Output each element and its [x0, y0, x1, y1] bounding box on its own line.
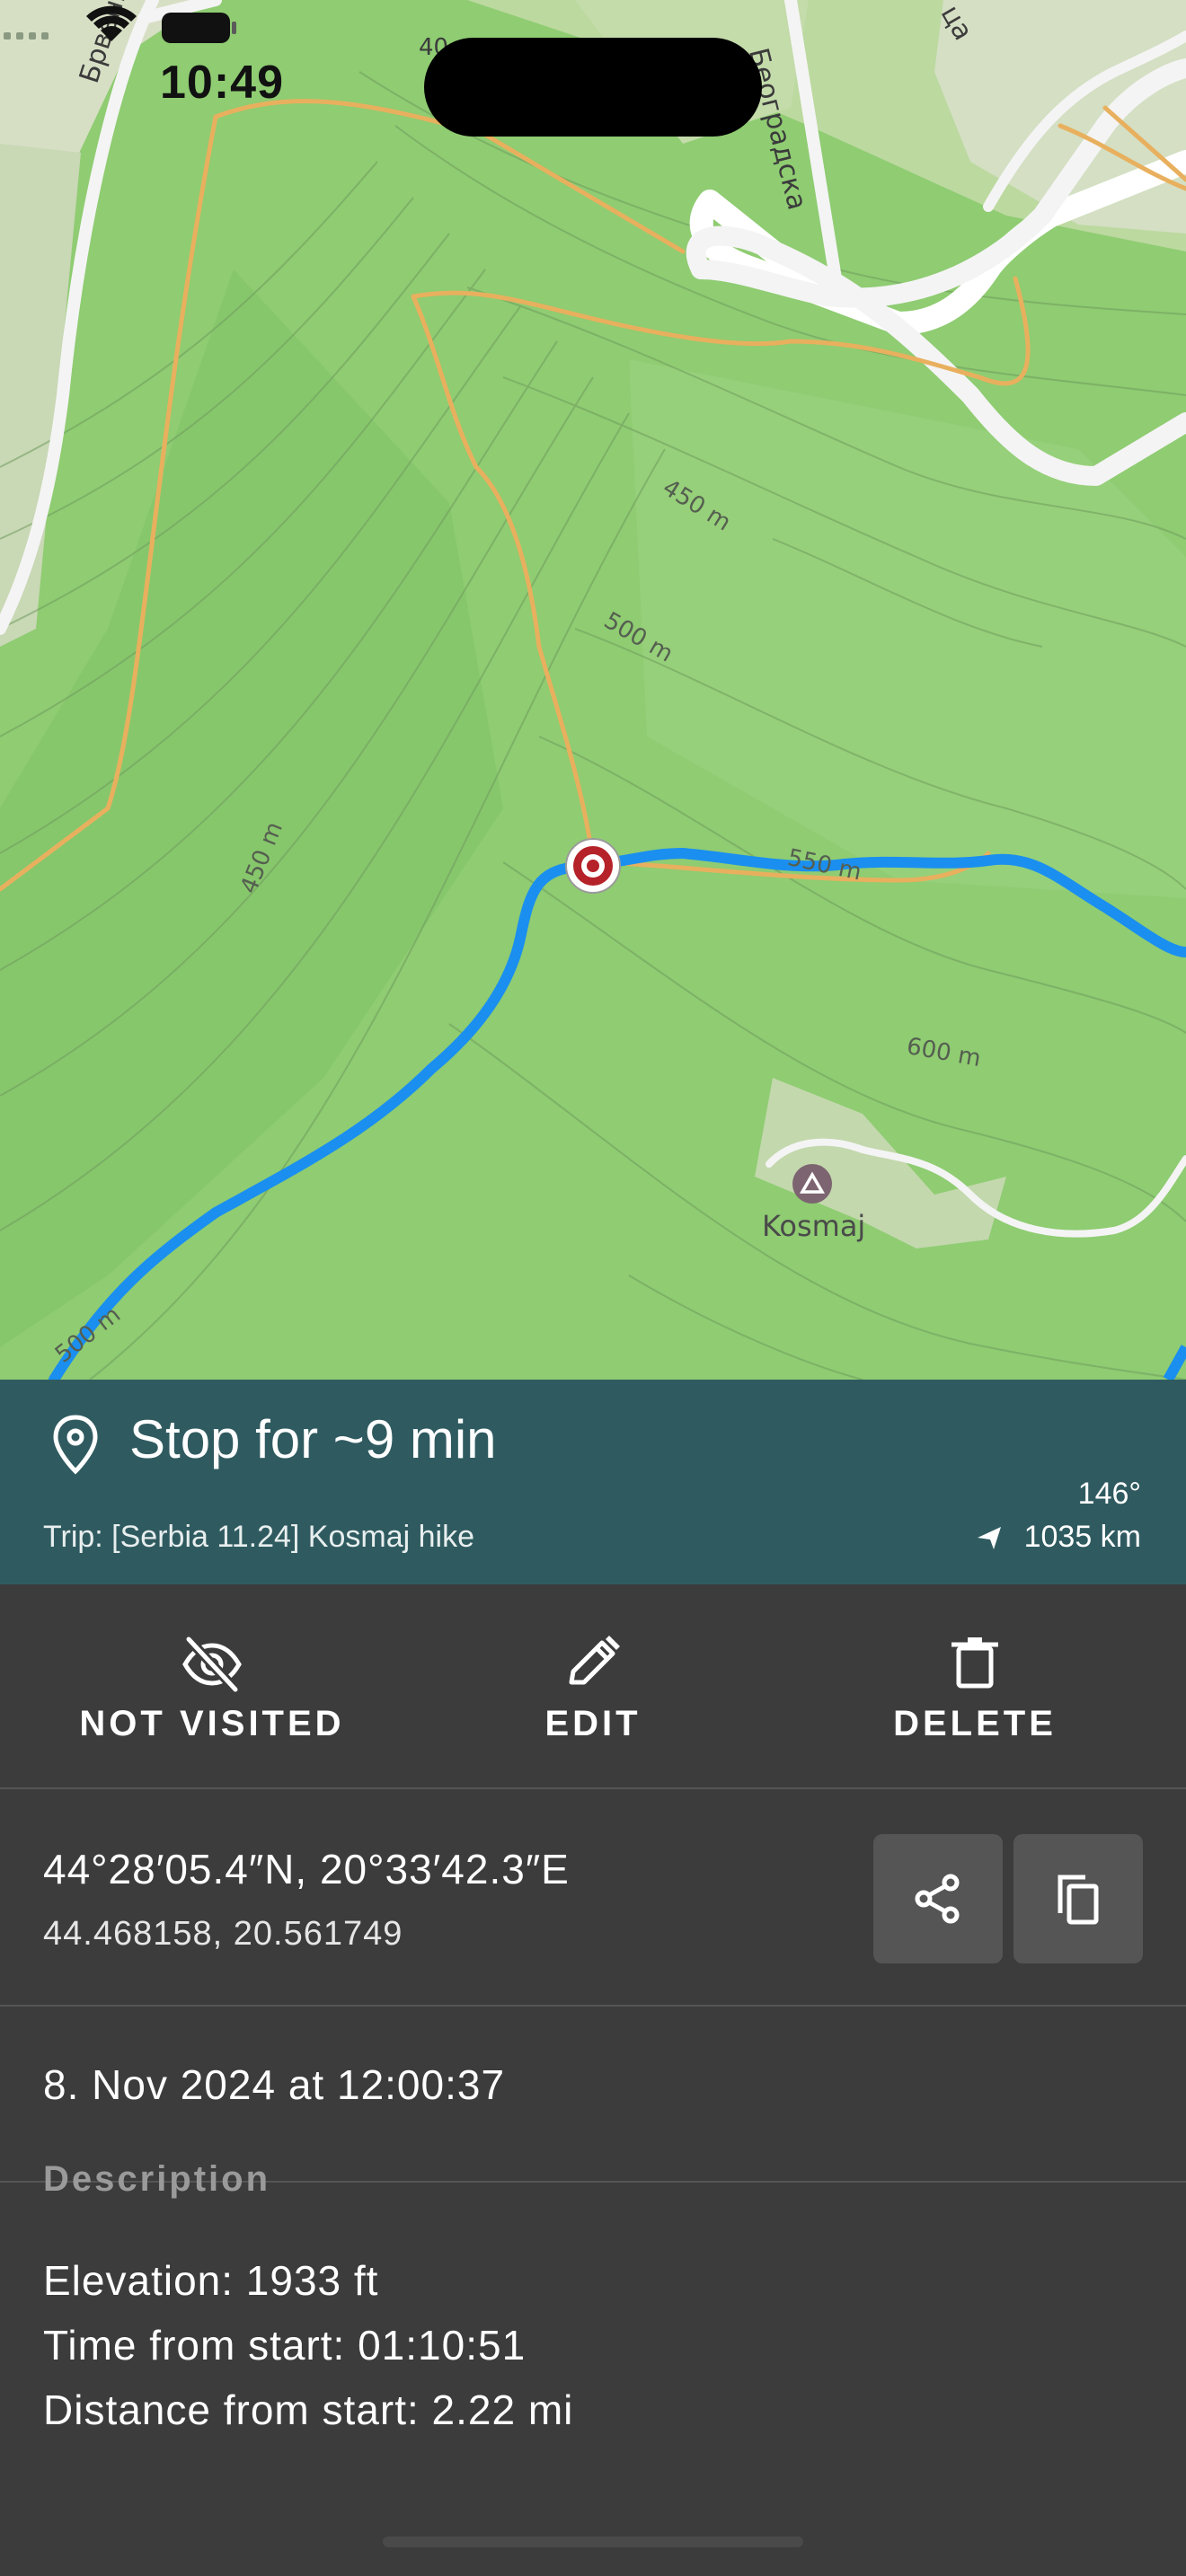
coordinates-section: 44°28′05.4″N, 20°33′42.3″E 44.468158, 20…: [0, 1789, 1186, 2007]
coordinates-decimal: 44.468158, 20.561749: [43, 1915, 403, 1953]
description-heading: Description: [43, 2159, 271, 2199]
delete-label: DELETE: [893, 1703, 1057, 1743]
distance-row: 1035 km: [976, 1520, 1141, 1555]
copy-icon: [1058, 1875, 1099, 1925]
trash-icon: [951, 1636, 998, 1688]
not-visited-button[interactable]: NOT VISITED: [54, 1584, 370, 1789]
share-button[interactable]: [873, 1834, 1003, 1963]
map-canvas: [0, 0, 1186, 1380]
coordinates-dms: 44°28′05.4″N, 20°33′42.3″E: [43, 1846, 570, 1892]
poi-label-kosmaj[interactable]: Kosmaj: [762, 1209, 865, 1243]
location-pin-icon: [53, 1415, 98, 1475]
stop-datetime: 8. Nov 2024 at 12:00:37: [43, 2061, 506, 2108]
stop-header: Stop for ~9 min Trip: [Serbia 11.24] Kos…: [0, 1380, 1186, 1584]
edit-button[interactable]: EDIT: [458, 1584, 728, 1789]
elevation-line: Elevation: 1933 ft: [43, 2257, 379, 2304]
navigation-arrow-icon: [977, 1526, 1001, 1549]
trip-link[interactable]: Trip: [Serbia 11.24] Kosmaj hike: [43, 1520, 474, 1555]
not-visited-label: NOT VISITED: [79, 1703, 345, 1743]
eye-off-icon: [182, 1635, 242, 1693]
distance-value: 1035 km: [1023, 1520, 1141, 1554]
distance-from-start-line: Distance from start: 2.22 mi: [43, 2386, 574, 2433]
stop-marker-icon: [565, 838, 621, 894]
bearing-value: 146°: [1077, 1477, 1141, 1511]
map-view[interactable]: Брвеничка Београдска 40 ца 450 m 500 m 4…: [0, 0, 1186, 1380]
dynamic-island: [424, 38, 762, 137]
delete-button[interactable]: DELETE: [836, 1584, 1114, 1789]
share-icon: [915, 1874, 960, 1924]
copy-button[interactable]: [1013, 1834, 1143, 1963]
time-from-start-line: Time from start: 01:10:51: [43, 2322, 527, 2369]
home-indicator[interactable]: [383, 2536, 803, 2547]
status-icons: [4, 5, 236, 43]
status-time: 10:49: [160, 57, 284, 109]
battery-icon: [162, 13, 236, 43]
action-bar: NOT VISITED EDIT DELETE: [0, 1584, 1186, 1789]
edit-label: EDIT: [544, 1703, 642, 1743]
signal-icon: [4, 32, 49, 40]
stop-title: Stop for ~9 min: [129, 1409, 497, 1469]
wifi-icon: [86, 5, 137, 41]
pencil-icon: [569, 1635, 620, 1684]
